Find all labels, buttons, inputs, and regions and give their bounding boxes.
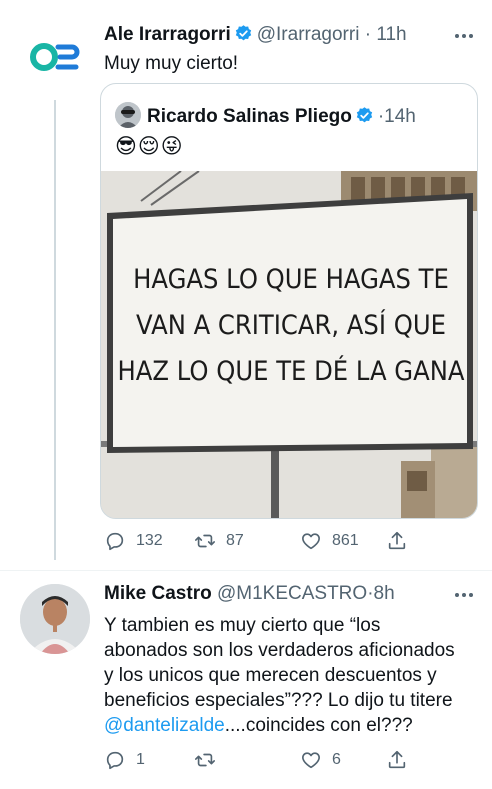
tweet-text-tail: ....coincides con el??? [224, 715, 413, 736]
like-icon [302, 533, 320, 550]
tweet-text-line: abonados son los verdaderos aficionados [104, 640, 455, 661]
reply-button[interactable]: 132 [104, 528, 163, 554]
timestamp[interactable]: 8h [374, 583, 395, 604]
tweet[interactable]: Ale Irarragorri @Irarragorri · 11h Muy mu… [0, 0, 492, 570]
more-options-button[interactable] [452, 26, 476, 46]
reply-icon [106, 751, 124, 770]
verified-badge-icon [235, 25, 251, 41]
tweet-text: Muy muy cierto! [104, 53, 239, 74]
tweet-text-line: @dantelizalde....coincides con el??? [104, 713, 484, 738]
tweet-header: Mike Castro @M1KECASTRO·8h [104, 582, 395, 606]
quote-author-name[interactable]: Ricardo Salinas Pliego [147, 106, 352, 127]
retweet-count: 87 [226, 532, 244, 549]
share-icon [388, 750, 406, 769]
like-count: 861 [332, 532, 359, 549]
retweet-button[interactable] [194, 747, 226, 773]
quote-timestamp[interactable]: 14h [384, 106, 416, 127]
tweet-text-line: beneficios especiales”??? Lo dijo tu tit… [104, 690, 453, 711]
billboard-line: HAZ LO QUE TE DÉ LA GANA [117, 354, 464, 388]
tweet-text-line: Y tambien es muy cierto que “los [104, 615, 381, 636]
quoted-tweet[interactable]: Ricardo Salinas Pliego ·14h 😎😌😜 HAGAS LO… [100, 83, 478, 519]
tweet-actions: 132 87 861 [104, 528, 424, 554]
reply-button[interactable]: 1 [104, 747, 145, 773]
verified-badge-icon [356, 107, 373, 123]
billboard-line: HAGAS LO QUE HAGAS TE [133, 264, 449, 296]
retweet-button[interactable]: 87 [194, 528, 244, 554]
like-button[interactable]: 6 [300, 747, 341, 773]
avatar[interactable] [20, 22, 90, 92]
tweet-header: Ale Irarragorri @Irarragorri · 11h [104, 23, 407, 47]
author-name[interactable]: Mike Castro [104, 583, 212, 604]
quote-header: Ricardo Salinas Pliego ·14h [115, 102, 416, 129]
mention-link[interactable]: @dantelizalde [104, 715, 225, 736]
user-avatar-icon [115, 102, 141, 128]
quote-text: 😎😌😜 [115, 135, 184, 158]
retweet-icon [195, 534, 215, 548]
timestamp[interactable]: 11h [376, 24, 406, 45]
billboard-photo[interactable]: HAGAS LO QUE HAGAS TE VAN A CRITICAR, AS… [101, 171, 478, 519]
tweet-divider [0, 570, 492, 571]
author-handle[interactable]: @Irarragorri [257, 24, 360, 45]
share-button[interactable] [386, 528, 408, 554]
share-icon [388, 531, 406, 550]
user-photo-icon [20, 584, 90, 654]
like-count: 6 [332, 751, 341, 768]
share-button[interactable] [386, 747, 408, 773]
like-button[interactable]: 861 [300, 528, 359, 554]
reply-count: 1 [136, 751, 145, 768]
author-handle[interactable]: @M1KECASTRO [217, 583, 367, 604]
reply-count: 132 [136, 532, 163, 549]
retweet-icon [195, 753, 215, 767]
tweet-text: Y tambien es muy cierto que “los abonado… [104, 613, 484, 738]
billboard-line: VAN A CRITICAR, ASÍ QUE [136, 308, 446, 342]
like-icon [302, 752, 320, 769]
more-icon [455, 593, 473, 597]
avatar[interactable] [20, 584, 90, 654]
separator-dot: · [364, 24, 372, 45]
more-options-button[interactable] [452, 585, 476, 605]
tweet-actions: 1 6 [104, 747, 424, 773]
author-name[interactable]: Ale Irarragorri [104, 24, 231, 45]
reply-icon [106, 532, 124, 551]
tweet-text-line: y los unicos que merecen descuentos y [104, 665, 437, 686]
more-icon [455, 34, 473, 38]
brand-logo-icon [21, 23, 89, 91]
quote-avatar[interactable] [115, 102, 141, 128]
